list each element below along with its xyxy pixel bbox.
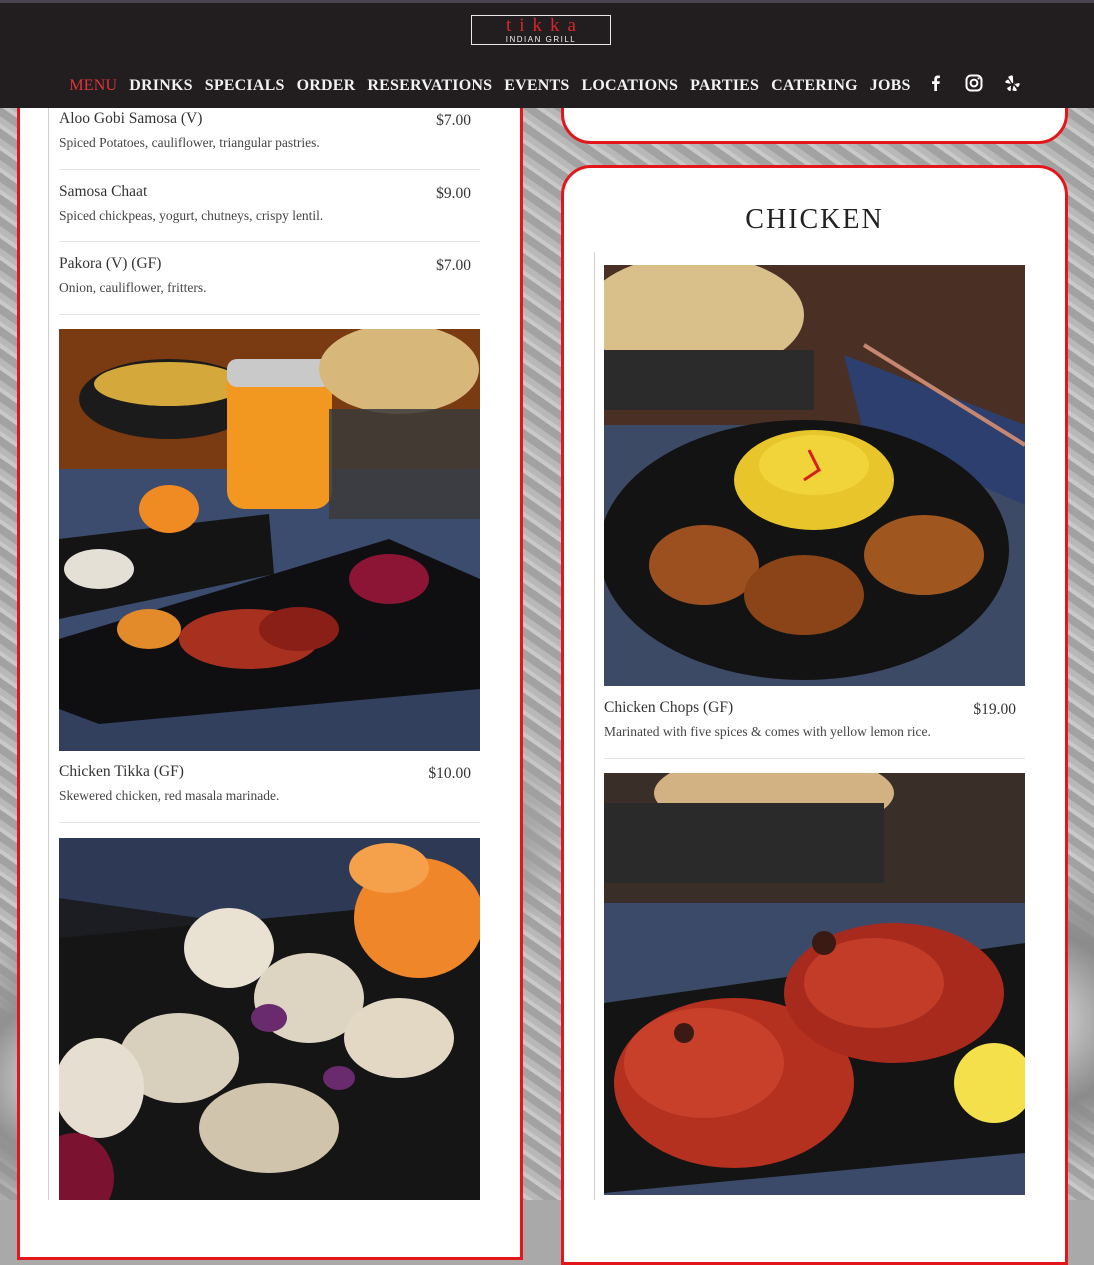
item-price: $19.00 (973, 701, 1016, 718)
nav-order[interactable]: ORDER (297, 77, 356, 95)
facebook-icon[interactable] (926, 73, 946, 93)
menu-item[interactable]: Chicken Chops (GF) $19.00 Marinated with… (604, 699, 1016, 749)
nav-drinks[interactable]: DRINKS (129, 77, 192, 95)
site-header: tikka INDIAN GRILL MENU DRINKS SPECIALS … (0, 0, 1094, 108)
item-name: Samosa Chaat (59, 183, 148, 200)
item-name: Chicken Tikka (GF) (59, 763, 184, 780)
main-nav: MENU DRINKS SPECIALS ORDER RESERVATIONS … (0, 73, 1094, 95)
item-name: Chicken Chops (GF) (604, 699, 734, 716)
logo-word: tikka (506, 15, 584, 36)
nav-reservations[interactable]: RESERVATIONS (367, 77, 492, 95)
tandoori-chicken-photo (604, 773, 1025, 1195)
item-price: $10.00 (428, 765, 471, 782)
nav-specials[interactable]: SPECIALS (205, 77, 285, 95)
nav-jobs[interactable]: JOBS (870, 77, 911, 95)
nav-menu[interactable]: MENU (69, 77, 117, 95)
item-divider (604, 758, 1025, 759)
item-divider (59, 241, 480, 242)
item-name: Aloo Gobi Samosa (V) (59, 110, 203, 127)
chicken-tikka-photo (59, 329, 480, 751)
menu-item[interactable]: Samosa Chaat $9.00 Spiced chickpeas, yog… (59, 183, 471, 233)
logo-subtitle: INDIAN GRILL (505, 35, 577, 44)
menu-item[interactable]: Chicken Tikka (GF) $10.00 Skewered chick… (59, 763, 471, 813)
item-description: Spiced chickpeas, yogurt, chutneys, cris… (59, 208, 324, 223)
left-column-rule (48, 108, 49, 1200)
item-divider (59, 314, 480, 315)
instagram-icon[interactable] (964, 73, 984, 93)
nav-catering[interactable]: CATERING (771, 77, 858, 95)
section-title: CHICKEN (745, 204, 884, 235)
menu-item[interactable]: Aloo Gobi Samosa (V) $7.00 Spiced Potato… (59, 110, 471, 160)
item-divider (59, 822, 480, 823)
malai-tikka-photo (59, 838, 480, 1200)
right-column-rule (594, 252, 595, 1200)
item-name: Pakora (V) (GF) (59, 255, 162, 272)
chicken-chops-photo (604, 265, 1025, 686)
menu-item[interactable]: Pakora (V) (GF) $7.00 Onion, cauliflower… (59, 255, 471, 305)
nav-events[interactable]: EVENTS (504, 77, 569, 95)
item-description: Onion, cauliflower, fritters. (59, 280, 207, 295)
nav-parties[interactable]: PARTIES (690, 77, 759, 95)
item-description: Skewered chicken, red masala marinade. (59, 788, 280, 803)
item-price: $7.00 (436, 112, 471, 129)
item-price: $9.00 (436, 185, 471, 202)
item-divider (59, 169, 480, 170)
item-price: $7.00 (436, 257, 471, 274)
yelp-icon[interactable] (1002, 73, 1022, 93)
item-description: Marinated with five spices & comes with … (604, 724, 931, 739)
logo[interactable]: tikka INDIAN GRILL (471, 15, 611, 45)
nav-locations[interactable]: LOCATIONS (581, 77, 678, 95)
item-description: Spiced Potatoes, cauliflower, triangular… (59, 135, 320, 150)
